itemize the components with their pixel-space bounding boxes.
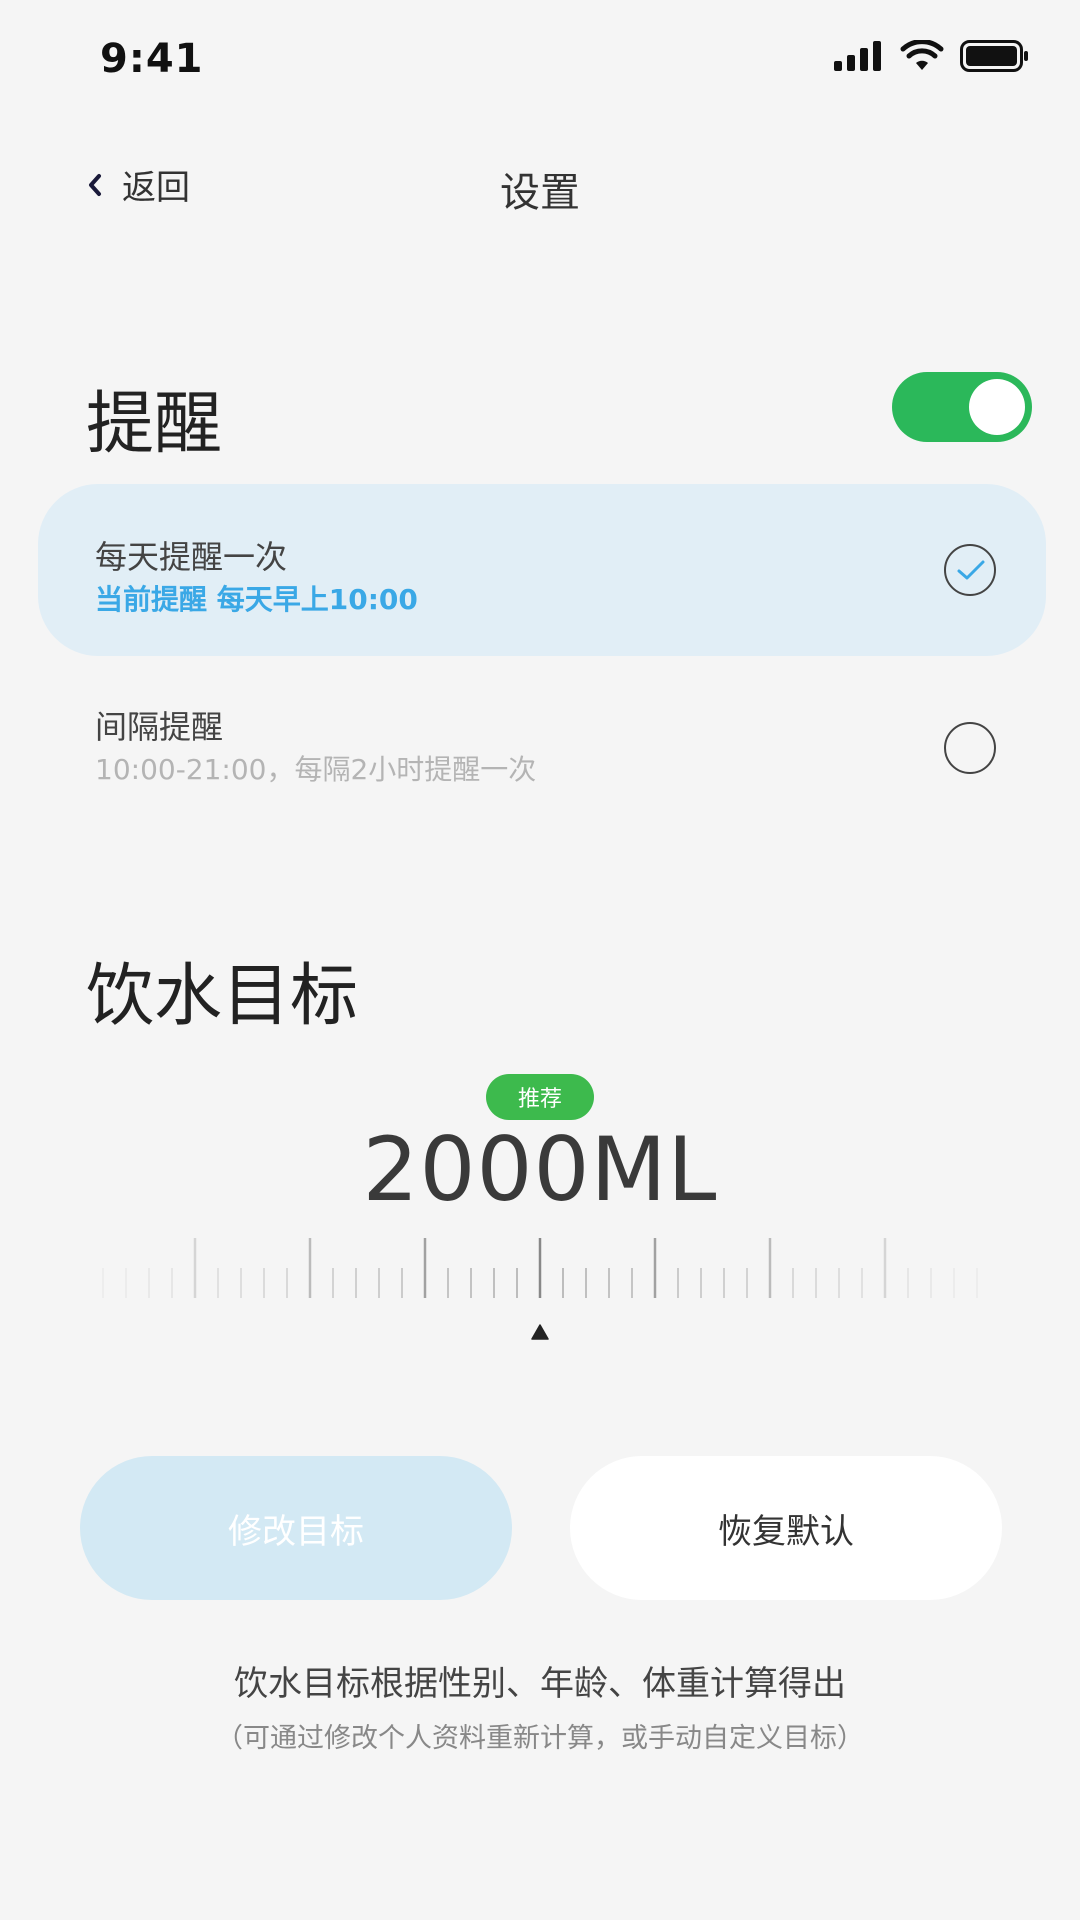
goal-ruler-slider[interactable] [100,1238,980,1298]
reminder-toggle[interactable] [892,372,1032,442]
back-button[interactable]: 返回 [88,160,190,209]
status-icons [834,40,1030,72]
option-interval-radio[interactable] [944,722,996,774]
option-interval-title: 间隔提醒 [95,708,224,746]
edit-goal-button[interactable]: 修改目标 [80,1456,512,1600]
signal-icon [834,41,881,71]
wifi-icon [900,40,944,70]
recommended-badge: 推荐 [486,1074,594,1120]
reset-default-button[interactable]: 恢复默认 [570,1456,1002,1600]
goal-note-hint: （可通过修改个人资料重新计算，或手动自定义目标） [216,1723,864,1754]
settings-screen: 9:41 设置 返回 提醒 每天提醒一次 当前提醒 每天早上10:00 间隔提醒… [0,0,1080,1920]
status-bar: 9:41 [0,0,1080,120]
toggle-knob [969,379,1025,435]
option-daily-title: 每天提醒一次 [95,538,288,576]
option-interval[interactable]: 间隔提醒 10:00-21:00，每隔2小时提醒一次 [38,662,1046,834]
status-time: 9:41 [100,36,204,82]
option-daily[interactable]: 每天提醒一次 当前提醒 每天早上10:00 [38,484,1046,656]
goal-value: 2000ML [362,1118,718,1221]
check-icon [957,560,985,580]
chevron-left-icon [89,173,101,196]
goal-title: 饮水目标 [86,957,359,1036]
option-interval-subtitle: 10:00-21:00，每隔2小时提醒一次 [95,753,537,786]
ruler-pointer-icon [531,1324,549,1340]
option-daily-subtitle: 当前提醒 每天早上10:00 [95,583,418,616]
goal-note: 饮水目标根据性别、年龄、体重计算得出 [234,1664,846,1704]
reminder-title: 提醒 [86,385,223,464]
back-label: 返回 [122,168,190,208]
option-daily-radio[interactable] [944,544,996,596]
battery-icon [960,40,1028,72]
